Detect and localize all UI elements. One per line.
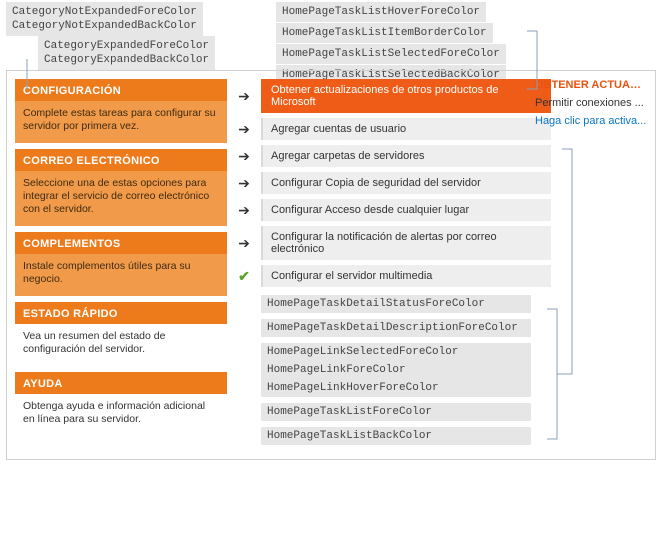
annotation-detail-description: HomePageTaskDetailDescriptionForeColor bbox=[261, 319, 531, 337]
sidebar-item-estado[interactable]: ESTADO RÁPIDO Vea un resumen del estado … bbox=[15, 302, 227, 366]
link-obtener-actualiz[interactable]: OBTENER ACTUALIZ... bbox=[535, 79, 647, 91]
task-item[interactable]: Agregar carpetas de servidores bbox=[261, 145, 551, 167]
annotation-link-fore: HomePageLinkForeColor bbox=[261, 361, 531, 379]
link-permitir-conexiones[interactable]: Permitir conexiones ... bbox=[535, 97, 647, 109]
sidebar-item-configuracion[interactable]: CONFIGURACIÓN Complete estas tareas para… bbox=[15, 79, 227, 143]
category-title: CORREO ELECTRÓNICO bbox=[15, 149, 227, 171]
annotation-category-expanded: CategoryExpandedForeColor CategoryExpand… bbox=[38, 36, 215, 70]
category-description: Obtenga ayuda e información adicional en… bbox=[15, 394, 227, 436]
sidebar-item-complementos[interactable]: COMPLEMENTOS Instale complementos útiles… bbox=[15, 232, 227, 296]
arrow-icon: ➔ bbox=[235, 234, 253, 252]
task-row[interactable]: ➔ Configurar Acceso desde cualquier luga… bbox=[235, 199, 647, 221]
annotation-detail-status: HomePageTaskDetailStatusForeColor bbox=[261, 295, 531, 313]
arrow-icon: ➔ bbox=[235, 87, 253, 105]
task-item[interactable]: Configurar Copia de seguridad del servid… bbox=[261, 172, 551, 194]
task-item[interactable]: Configurar la notificación de alertas po… bbox=[261, 226, 551, 260]
arrow-icon: ➔ bbox=[235, 147, 253, 165]
annotation-link-selected: HomePageLinkSelectedForeColor bbox=[261, 343, 531, 361]
category-title: ESTADO RÁPIDO bbox=[15, 302, 227, 324]
task-row[interactable]: ➔ Configurar Copia de seguridad del serv… bbox=[235, 172, 647, 194]
arrow-icon: ➔ bbox=[235, 201, 253, 219]
sidebar-item-ayuda[interactable]: AYUDA Obtenga ayuda e información adicio… bbox=[15, 372, 227, 436]
task-item[interactable]: Configurar Acceso desde cualquier lugar bbox=[261, 199, 551, 221]
label: CategoryNotExpandedForeColor bbox=[12, 5, 197, 19]
category-description: Complete estas tareas para configurar su… bbox=[15, 101, 227, 143]
annotation-category-not-expanded: CategoryNotExpandedForeColor CategoryNot… bbox=[6, 2, 203, 36]
task-item-selected[interactable]: Obtener actualizaciones de otros product… bbox=[261, 79, 551, 113]
link-haga-clic[interactable]: Haga clic para activa... bbox=[535, 115, 647, 127]
task-row[interactable]: ➔ Agregar carpetas de servidores bbox=[235, 145, 647, 167]
label: CategoryExpandedBackColor bbox=[44, 53, 209, 67]
annotation-link-hover: HomePageLinkHoverForeColor bbox=[261, 379, 531, 397]
side-links: OBTENER ACTUALIZ... Permitir conexiones … bbox=[535, 79, 647, 133]
task-item[interactable]: Agregar cuentas de usuario bbox=[261, 118, 551, 140]
category-description: Seleccione una de estas opciones para in… bbox=[15, 171, 227, 226]
category-description: Vea un resumen del estado de configuraci… bbox=[15, 324, 227, 366]
label: CategoryNotExpandedBackColor bbox=[12, 19, 197, 33]
main-panel: CONFIGURACIÓN Complete estas tareas para… bbox=[6, 70, 656, 460]
category-title: CONFIGURACIÓN bbox=[15, 79, 227, 101]
task-row[interactable]: ➔ Configurar la notificación de alertas … bbox=[235, 226, 647, 260]
annotation-task-list-fore: HomePageTaskListForeColor bbox=[261, 403, 531, 421]
task-list: ➔ Obtener actualizaciones de otros produ… bbox=[235, 79, 647, 451]
arrow-icon: ➔ bbox=[235, 174, 253, 192]
category-title: COMPLEMENTOS bbox=[15, 232, 227, 254]
sidebar-item-correo[interactable]: CORREO ELECTRÓNICO Seleccione una de est… bbox=[15, 149, 227, 226]
label: HomePageTaskListHoverForeColor bbox=[276, 2, 486, 22]
task-row[interactable]: ✔ Configurar el servidor multimedia bbox=[235, 265, 647, 287]
label: CategoryExpandedForeColor bbox=[44, 39, 209, 53]
category-description: Instale complementos útiles para su nego… bbox=[15, 254, 227, 296]
category-sidebar: CONFIGURACIÓN Complete estas tareas para… bbox=[15, 79, 227, 451]
label: HomePageTaskListItemBorderColor bbox=[276, 23, 493, 43]
arrow-icon: ➔ bbox=[235, 120, 253, 138]
check-icon: ✔ bbox=[235, 267, 253, 285]
task-item[interactable]: Configurar el servidor multimedia bbox=[261, 265, 551, 287]
category-title: AYUDA bbox=[15, 372, 227, 394]
label: HomePageTaskListSelectedForeColor bbox=[276, 44, 506, 64]
detail-annotations: HomePageTaskDetailStatusForeColor HomePa… bbox=[261, 295, 647, 445]
annotation-task-list-back: HomePageTaskListBackColor bbox=[261, 427, 531, 445]
